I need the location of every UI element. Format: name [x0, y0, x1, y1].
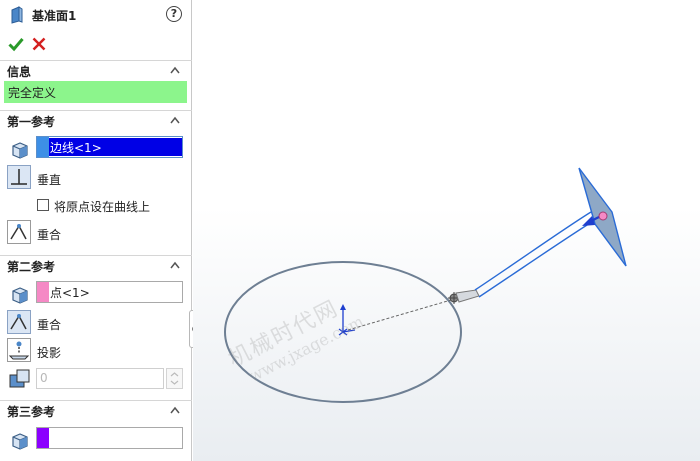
second-reference-value: 点<1> [50, 286, 90, 300]
selected-edge-curve[interactable] [474, 211, 592, 291]
offset-value-input[interactable]: 0 [36, 368, 164, 389]
reference-selection-icon [12, 142, 28, 159]
offset-spinner[interactable] [166, 368, 183, 389]
third-reference-color-swatch [37, 428, 49, 448]
selected-point[interactable] [598, 211, 608, 221]
graphics-viewport[interactable] [193, 0, 700, 461]
third-reference-label: 第三参考 [7, 405, 56, 419]
model-canvas[interactable] [193, 0, 700, 461]
coincident-label-1: 重合 [37, 228, 62, 242]
projection-label: 投影 [37, 346, 62, 360]
reference-selection-icon [12, 433, 28, 450]
perpendicular-button[interactable] [7, 165, 31, 189]
chevron-up-icon[interactable] [170, 116, 180, 124]
reference-selection-icon [12, 287, 28, 304]
first-reference-field[interactable]: 边线<1> [36, 136, 183, 158]
coincident-button-1[interactable] [7, 220, 31, 244]
coincident-icon [10, 314, 27, 330]
info-section-label: 信息 [7, 65, 32, 79]
origin-on-curve-label: 将原点设在曲线上 [54, 200, 151, 214]
chevron-up-icon[interactable] [170, 261, 180, 269]
panel-title: 基准面1 [32, 9, 77, 23]
chevron-up-icon[interactable] [170, 66, 180, 74]
plane-feature-icon [11, 6, 23, 24]
chevron-up-icon[interactable] [170, 406, 180, 414]
perpendicular-label: 垂直 [37, 173, 62, 187]
first-reference-color-swatch [37, 137, 49, 157]
selected-edge-curve-2[interactable] [478, 219, 596, 298]
second-reference-label: 第二参考 [7, 260, 56, 274]
angle-offset-icon [9, 369, 30, 388]
help-icon[interactable]: ? [166, 6, 182, 22]
edge-connector [455, 289, 480, 303]
info-section-header[interactable]: 信息 [0, 60, 192, 80]
cancel-x-icon[interactable] [31, 36, 47, 52]
third-reference-header[interactable]: 第三参考 [0, 400, 192, 420]
third-reference-field[interactable] [36, 427, 183, 449]
perpendicular-icon [11, 169, 27, 185]
first-reference-value: 边线<1> [50, 141, 102, 155]
spinner-arrows-icon [170, 372, 179, 385]
first-reference-label: 第一参考 [7, 115, 56, 129]
first-reference-header[interactable]: 第一参考 [0, 110, 192, 130]
panel-title-row: 基准面1 ? [0, 0, 192, 30]
second-reference-header[interactable]: 第二参考 [0, 255, 192, 275]
property-manager-panel: 基准面1 ? 信息 完全定义 第一参考 边线<1> 垂直 将原点设在曲线上 重合… [0, 0, 192, 461]
coincident-button-2[interactable] [7, 310, 31, 334]
ok-check-icon[interactable] [8, 36, 24, 52]
projection-icon [8, 341, 30, 360]
projection-button[interactable] [7, 338, 31, 362]
second-reference-color-swatch [37, 282, 49, 302]
coincident-label-2: 重合 [37, 318, 62, 332]
second-reference-field[interactable]: 点<1> [36, 281, 183, 303]
origin-on-curve-checkbox[interactable] [37, 199, 49, 211]
offset-value: 0 [40, 371, 48, 385]
status-message: 完全定义 [4, 81, 187, 103]
coincident-icon [10, 224, 27, 240]
